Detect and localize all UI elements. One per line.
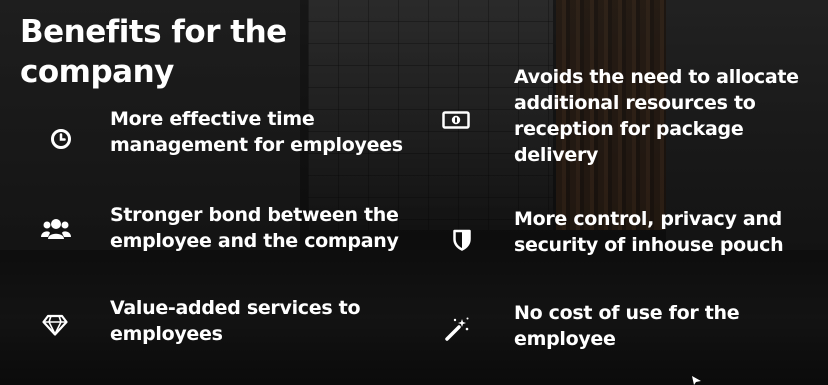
benefit-text: Avoids the need to allocate additional r…	[514, 66, 799, 166]
benefit-text: No cost of use for the employee	[514, 302, 740, 350]
clock-icon	[46, 124, 76, 154]
page-title: Benefits for the company	[20, 14, 287, 90]
shield-icon	[447, 225, 477, 255]
users-icon	[41, 214, 71, 244]
money-icon	[441, 105, 471, 135]
diamond-icon	[40, 310, 70, 340]
benefit-text: Value-added services to employees	[110, 297, 361, 345]
benefit-text: Stronger bond between the employee and t…	[110, 204, 399, 252]
benefits-panel: Benefits for the company More effective …	[0, 0, 828, 385]
magic-wand-icon	[442, 314, 472, 344]
benefit-text: More effective time management for emplo…	[110, 108, 403, 156]
mouse-cursor-icon	[692, 376, 702, 385]
benefit-text: More control, privacy and security of in…	[514, 208, 784, 256]
